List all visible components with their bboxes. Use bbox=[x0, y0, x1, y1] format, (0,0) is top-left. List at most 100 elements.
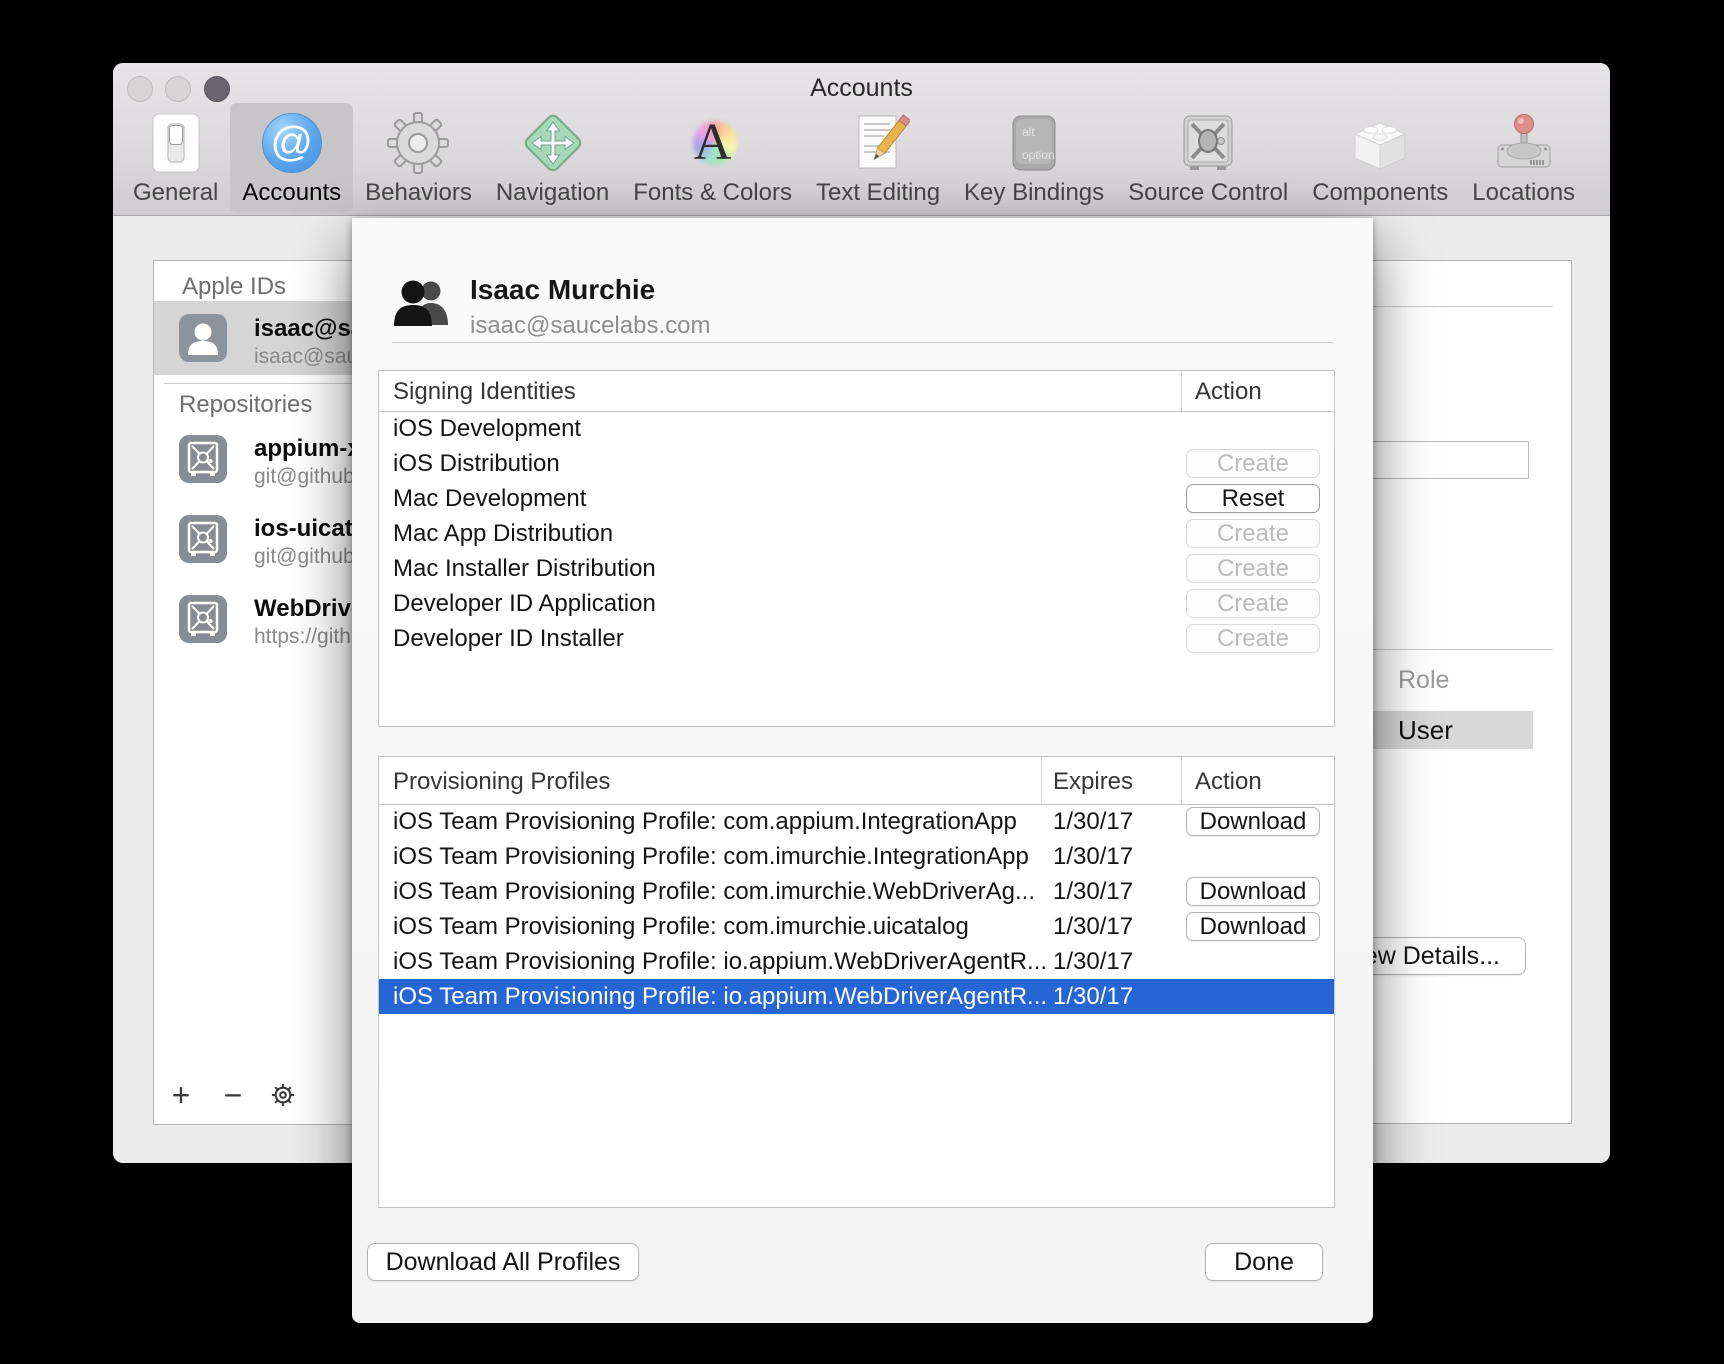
download-all-profiles-button[interactable]: Download All Profiles bbox=[367, 1243, 639, 1281]
profile-expires: 1/30/17 bbox=[1053, 948, 1133, 976]
multi-person-avatar-icon bbox=[392, 278, 452, 333]
profile-name: iOS Team Provisioning Profile: io.appium… bbox=[393, 983, 1047, 1011]
column-divider bbox=[1181, 371, 1182, 411]
create-button[interactable]: Create bbox=[1186, 624, 1320, 653]
create-button[interactable]: Create bbox=[1186, 589, 1320, 618]
provisioning-profiles-header-row: Provisioning Profiles Expires Action bbox=[379, 757, 1334, 805]
svg-text:alt: alt bbox=[1022, 125, 1035, 139]
fonts-colors-icon: A bbox=[681, 111, 745, 175]
accounts-icon: @ bbox=[260, 111, 324, 175]
toolbar-item-label: General bbox=[133, 179, 218, 207]
safe-icon bbox=[1176, 111, 1240, 175]
expires-column-header: Expires bbox=[1053, 768, 1133, 796]
person-icon bbox=[179, 314, 227, 367]
components-brick-icon bbox=[1348, 111, 1412, 175]
profile-row[interactable]: iOS Team Provisioning Profile: com.imurc… bbox=[379, 874, 1334, 909]
toolbar-item-accounts[interactable]: @ Accounts bbox=[230, 103, 353, 213]
create-button[interactable]: Create bbox=[1186, 554, 1320, 583]
profile-expires: 1/30/17 bbox=[1053, 983, 1133, 1011]
toolbar-item-label: Locations bbox=[1472, 179, 1575, 207]
account-actions-gear-button[interactable] bbox=[264, 1076, 302, 1114]
signing-row[interactable]: Mac Installer Distribution Create bbox=[379, 551, 1334, 586]
profile-name: iOS Team Provisioning Profile: io.appium… bbox=[393, 948, 1047, 976]
download-button[interactable]: Download bbox=[1186, 807, 1320, 836]
signing-row[interactable]: Developer ID Installer Create bbox=[379, 621, 1334, 656]
signing-name: Mac App Distribution bbox=[393, 520, 613, 548]
profile-name: iOS Team Provisioning Profile: com.appiu… bbox=[393, 808, 1017, 836]
profile-row-selected[interactable]: iOS Team Provisioning Profile: io.appium… bbox=[379, 979, 1334, 1014]
signing-row[interactable]: Developer ID Application Create bbox=[379, 586, 1334, 621]
toolbar-item-behaviors[interactable]: Behaviors bbox=[353, 103, 484, 213]
signing-row[interactable]: Mac Development Reset bbox=[379, 481, 1334, 516]
action-column-header: Action bbox=[1195, 378, 1262, 406]
toolbar-item-components[interactable]: Components bbox=[1300, 103, 1460, 213]
signing-name: iOS Development bbox=[393, 415, 581, 443]
navigation-diamond-icon bbox=[521, 111, 585, 175]
create-button[interactable]: Create bbox=[1186, 519, 1320, 548]
role-value: User bbox=[1398, 715, 1453, 746]
reset-button[interactable]: Reset bbox=[1186, 484, 1320, 513]
signing-name: iOS Distribution bbox=[393, 450, 560, 478]
repo-safe-icon bbox=[179, 435, 227, 488]
profile-row[interactable]: iOS Team Provisioning Profile: com.imurc… bbox=[379, 909, 1334, 944]
toolbar-item-key-bindings[interactable]: altoption Key Bindings bbox=[952, 103, 1116, 213]
signing-name: Mac Development bbox=[393, 485, 586, 513]
signing-identities-table: Signing Identities Action iOS Developmen… bbox=[378, 370, 1335, 727]
profile-expires: 1/30/17 bbox=[1053, 913, 1133, 941]
toolbar-item-navigation[interactable]: Navigation bbox=[484, 103, 621, 213]
sheet-account-email: isaac@saucelabs.com bbox=[470, 312, 710, 340]
create-button[interactable]: Create bbox=[1186, 449, 1320, 478]
account-details-sheet: Isaac Murchie isaac@saucelabs.com Signin… bbox=[352, 218, 1373, 1323]
signing-identities-header: Signing Identities bbox=[393, 378, 576, 406]
column-divider bbox=[1041, 757, 1042, 804]
signing-name: Developer ID Installer bbox=[393, 625, 624, 653]
locations-drive-icon bbox=[1492, 111, 1556, 175]
toolbar-item-label: Accounts bbox=[242, 179, 341, 207]
repo-safe-icon bbox=[179, 515, 227, 568]
toolbar-item-label: Behaviors bbox=[365, 179, 472, 207]
column-divider bbox=[1181, 757, 1182, 804]
signing-identities-header-row: Signing Identities Action bbox=[379, 371, 1334, 412]
toolbar-item-fonts-colors[interactable]: A Fonts & Colors bbox=[621, 103, 804, 213]
profile-expires: 1/30/17 bbox=[1053, 808, 1133, 836]
toolbar-item-general[interactable]: General bbox=[121, 103, 230, 213]
toolbar-item-text-editing[interactable]: Text Editing bbox=[804, 103, 952, 213]
signing-row[interactable]: iOS Development bbox=[379, 411, 1334, 446]
apple-ids-header: Apple IDs bbox=[182, 273, 286, 301]
signing-name: Mac Installer Distribution bbox=[393, 555, 656, 583]
toolbar-item-label: Components bbox=[1312, 179, 1448, 207]
toolbar-item-label: Source Control bbox=[1128, 179, 1288, 207]
profile-name: iOS Team Provisioning Profile: com.imurc… bbox=[393, 878, 1035, 906]
profile-row[interactable]: iOS Team Provisioning Profile: com.appiu… bbox=[379, 804, 1334, 839]
repo-safe-icon bbox=[179, 595, 227, 648]
signing-row[interactable]: Mac App Distribution Create bbox=[379, 516, 1334, 551]
profile-name: iOS Team Provisioning Profile: com.imurc… bbox=[393, 913, 969, 941]
add-account-button[interactable]: + bbox=[162, 1076, 200, 1114]
profile-expires: 1/30/17 bbox=[1053, 843, 1133, 871]
toolbar-items: General @ Accounts Behaviors Navigation … bbox=[121, 103, 1587, 213]
toolbar: Accounts General @ Accounts Behaviors bbox=[113, 63, 1610, 216]
toolbar-item-label: Navigation bbox=[496, 179, 609, 207]
download-button[interactable]: Download bbox=[1186, 877, 1320, 906]
toolbar-item-label: Fonts & Colors bbox=[633, 179, 792, 207]
provisioning-profiles-header: Provisioning Profiles bbox=[393, 768, 610, 796]
profile-row[interactable]: iOS Team Provisioning Profile: io.appium… bbox=[379, 944, 1334, 979]
profile-row[interactable]: iOS Team Provisioning Profile: com.imurc… bbox=[379, 839, 1334, 874]
signing-name: Developer ID Application bbox=[393, 590, 656, 618]
sheet-account-name: Isaac Murchie bbox=[470, 274, 655, 306]
download-button[interactable]: Download bbox=[1186, 912, 1320, 941]
profile-expires: 1/30/17 bbox=[1053, 878, 1133, 906]
option-key-icon: altoption bbox=[1002, 111, 1066, 175]
gear-icon bbox=[386, 111, 450, 175]
text-editing-icon bbox=[846, 111, 910, 175]
provisioning-profiles-table: Provisioning Profiles Expires Action iOS… bbox=[378, 756, 1335, 1208]
signing-row[interactable]: iOS Distribution Create bbox=[379, 446, 1334, 481]
done-button[interactable]: Done bbox=[1205, 1243, 1323, 1281]
screenshot-root: { "window": { "title": "Accounts" }, "to… bbox=[0, 0, 1724, 1364]
toolbar-item-locations[interactable]: Locations bbox=[1460, 103, 1587, 213]
action-column-header: Action bbox=[1195, 768, 1262, 796]
toolbar-item-source-control[interactable]: Source Control bbox=[1116, 103, 1300, 213]
remove-account-button[interactable]: − bbox=[214, 1076, 252, 1114]
toolbar-item-label: Text Editing bbox=[816, 179, 940, 207]
toolbar-item-label: Key Bindings bbox=[964, 179, 1104, 207]
